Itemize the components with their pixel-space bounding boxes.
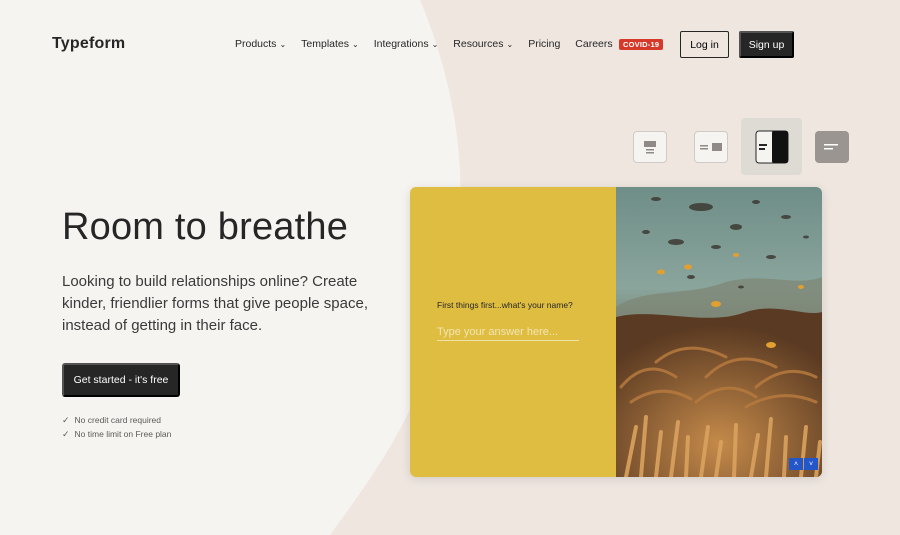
check-item: ✓ No credit card required (62, 413, 171, 427)
nav-products-label: Products (235, 38, 277, 50)
chevron-down-icon: ⌄ (431, 39, 439, 49)
chevron-down-icon: ⌄ (279, 39, 287, 49)
form-nav-arrows: ˄ ˅ (788, 458, 818, 470)
nav-products[interactable]: Products ⌄ (235, 38, 286, 50)
layout-image-top-icon (644, 141, 656, 154)
nav-pricing-label: Pricing (528, 38, 561, 50)
checkmark-icon: ✓ (62, 428, 70, 439)
coral-reef-image (616, 187, 822, 477)
previous-question-button[interactable]: ˄ (789, 458, 803, 470)
nav-careers[interactable]: Careers (575, 38, 612, 50)
layout-image-right-icon (700, 143, 722, 151)
signup-button[interactable]: Sign up (739, 31, 794, 58)
nav-careers-label: Careers (575, 38, 613, 50)
main-nav: Products ⌄ Templates ⌄ Integrations ⌄ Resou… (235, 38, 628, 50)
layout-fullscreen-button[interactable] (815, 131, 849, 163)
check-item-label: No credit card required (74, 415, 162, 425)
chevron-down-icon: ⌄ (506, 39, 514, 49)
layout-split-button[interactable] (741, 118, 802, 175)
chevron-up-icon: ˄ (793, 460, 799, 468)
site-header: Typeform Products ⌄ Templates ⌄ Integratio… (0, 0, 900, 90)
feature-checklist: ✓ No credit card required ✓ No time limi… (62, 413, 171, 441)
nav-integrations-label: Integrations (373, 38, 429, 50)
get-started-button[interactable]: Get started - it's free (62, 363, 180, 397)
chevron-down-icon: ˅ (808, 460, 814, 468)
answer-input[interactable] (437, 324, 579, 341)
form-question-panel: First things first...what's your name? (410, 187, 616, 477)
hero-subtitle: Looking to build relationships online? C… (62, 273, 368, 334)
nav-pricing[interactable]: Pricing (528, 38, 560, 50)
nav-templates-label: Templates (301, 38, 349, 50)
check-item: ✓ No time limit on Free plan (62, 427, 171, 441)
hero-title: Room to breathe (62, 206, 349, 248)
form-question: First things first...what's your name? (437, 300, 573, 310)
next-question-button[interactable]: ˅ (804, 458, 818, 470)
checkmark-icon: ✓ (62, 414, 70, 425)
form-preview: First things first...what's your name? T… (410, 187, 822, 477)
layout-fullscreen-icon (824, 144, 838, 150)
layout-image-right-button[interactable] (694, 131, 728, 163)
login-button[interactable]: Log in (680, 31, 729, 58)
typeform-logo[interactable]: Typeform (52, 35, 125, 53)
nav-templates[interactable]: Templates ⌄ (301, 38, 359, 50)
chevron-down-icon: ⌄ (352, 39, 359, 49)
layout-image-top-button[interactable] (633, 131, 667, 163)
nav-resources[interactable]: Resources ⌄ (453, 38, 513, 50)
nav-resources-label: Resources (453, 38, 504, 50)
nav-integrations[interactable]: Integrations ⌄ (374, 38, 439, 50)
layout-split-selected-icon (755, 130, 788, 163)
check-item-label: No time limit on Free plan (74, 429, 172, 439)
covid-19-badge[interactable]: COVID-19 (619, 39, 664, 50)
